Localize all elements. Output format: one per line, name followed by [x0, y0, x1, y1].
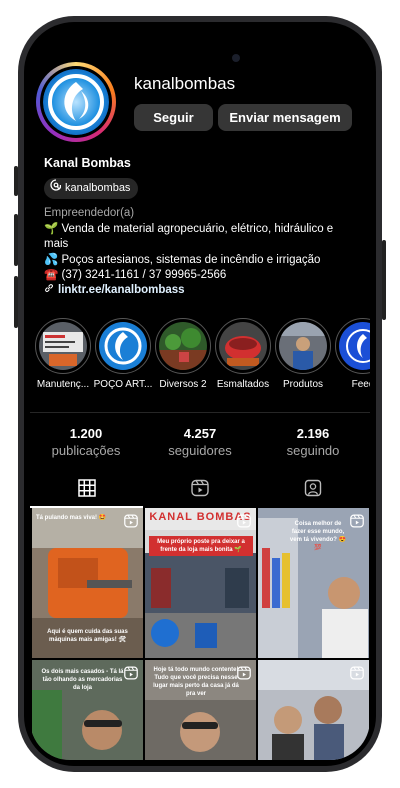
highlight-label: Produtos [282, 379, 324, 390]
maintenance-photo-icon [39, 322, 87, 370]
post-caption-top: Hoje tá todo mundo contente! Tudo que vo… [153, 667, 239, 697]
profile-category: Empreendedor(a) [44, 207, 135, 219]
grid-icon [77, 478, 96, 502]
tab-grid[interactable] [30, 474, 143, 506]
reels-icon [190, 479, 209, 502]
stats-divider [30, 412, 370, 413]
threads-icon [50, 178, 62, 199]
highlight-label: Diversos 2 [159, 379, 207, 390]
highlight-label: Manutenç... [36, 379, 90, 390]
highlight-item[interactable]: Esmaltados [213, 318, 273, 390]
stat-posts[interactable]: 1.200 publicações [36, 426, 136, 458]
bio-line-3: ☎️ (37) 3241-1161 / 37 99965-2566 [44, 269, 227, 281]
tab-tagged[interactable] [256, 474, 369, 506]
profile-username: kanalbombas [134, 74, 236, 93]
highlight-label: POÇO ART... [93, 379, 153, 390]
mute-switch [14, 166, 18, 196]
highlight-item[interactable]: Feed [333, 318, 370, 390]
stat-label: seguidores [168, 443, 232, 458]
post-thumbnail[interactable]: Hoje tá todo mundo contente! Tudo que vo… [145, 660, 256, 760]
profile-avatar[interactable] [36, 62, 116, 142]
stat-label: publicações [51, 443, 121, 458]
volume-up-button [14, 214, 18, 266]
highlight-item[interactable]: Manutenç... [33, 318, 93, 390]
reels-icon [124, 666, 138, 685]
highlight-item[interactable]: Diversos 2 [153, 318, 213, 390]
threads-badge[interactable]: kanalbombas [44, 178, 139, 199]
reels-icon [350, 666, 364, 685]
post-thumbnail[interactable]: Coisa melhor de fazer esse mundo, vem tá… [258, 508, 369, 658]
reels-icon [124, 514, 138, 533]
highlight-item[interactable]: POÇO ART... [93, 318, 153, 390]
post-thumbnail[interactable]: KANAL BOMBAS Meu próprio poste pra deixa… [145, 508, 256, 658]
phone-screen: kanalbombas Seguir Enviar mensagem Kanal… [30, 28, 370, 760]
bio-line-1: 🌱 Venda de material agropecuário, elétri… [44, 223, 334, 250]
link-icon [44, 283, 54, 296]
post-caption-bottom: Aqui é quem cuida das suas máquinas mais… [47, 629, 128, 643]
products-photo-icon [279, 322, 327, 370]
volume-down-button [14, 276, 18, 328]
highlight-label: Esmaltados [216, 379, 270, 390]
reels-icon [237, 666, 251, 685]
power-button [382, 240, 386, 320]
stat-following[interactable]: 2.196 seguindo [263, 426, 363, 458]
highlight-label: Feed [351, 379, 370, 390]
water-logo-icon [43, 69, 109, 135]
post-caption-top: Os dois mais casados - Tá lá tão olhando… [41, 669, 124, 691]
threads-handle: kanalbombas [65, 182, 131, 194]
reels-icon [350, 514, 364, 533]
stat-value: 4.257 [183, 426, 217, 441]
message-button[interactable]: Enviar mensagem [218, 104, 352, 131]
water-drop-logo-icon [99, 322, 147, 370]
post-thumbnail[interactable]: Tá pulando mas viva! 🤩 Aqui é quem cuida… [32, 508, 143, 658]
stat-followers[interactable]: 4.257 seguidores [150, 426, 250, 458]
front-camera [232, 54, 240, 62]
feed-logo-icon [339, 322, 370, 370]
highlight-item[interactable]: Produtos [273, 318, 333, 390]
bio-line-2: 💦 Poços artesianos, sistemas de incêndio… [44, 254, 321, 266]
post-caption-top: Coisa melhor de fazer esse mundo, vem tá… [289, 521, 347, 551]
profile-link-text: linktr.ee/kanalbombass [58, 283, 185, 296]
post-thumbnail[interactable] [258, 660, 369, 760]
post-caption-top: Tá pulando mas viva! 🤩 [36, 515, 107, 521]
profile-link[interactable]: linktr.ee/kanalbombass [44, 283, 185, 296]
stat-value: 2.196 [296, 426, 330, 441]
profile-display-name: Kanal Bombas [44, 156, 131, 170]
follow-button[interactable]: Seguir [134, 104, 213, 131]
tagged-icon [304, 479, 322, 502]
plants-photo-icon [159, 322, 207, 370]
enameled-photo-icon [219, 322, 267, 370]
post-thumbnail[interactable]: Os dois mais casados - Tá lá tão olhando… [32, 660, 143, 760]
reels-icon [237, 514, 251, 533]
tab-reels[interactable] [143, 474, 256, 506]
stat-label: seguindo [286, 443, 340, 458]
post-caption-bottom: Meu próprio poste pra deixar a frente da… [149, 536, 253, 556]
stat-value: 1.200 [69, 426, 103, 441]
